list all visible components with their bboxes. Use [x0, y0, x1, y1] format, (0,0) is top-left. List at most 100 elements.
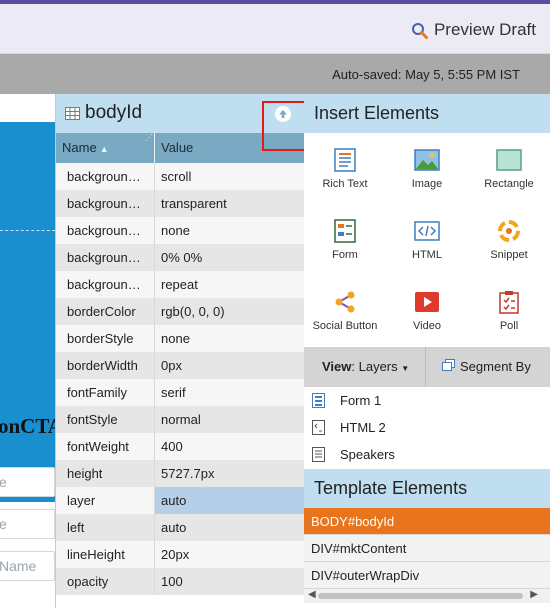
canvas-form-field-2[interactable]: e	[0, 509, 55, 539]
property-row[interactable]: opacity 100	[56, 568, 305, 595]
property-row[interactable]: backgroun… 0% 0%	[56, 244, 305, 271]
preview-draft-button[interactable]: Preview Draft	[411, 20, 536, 40]
video-icon	[414, 289, 440, 315]
property-name: fontWeight	[56, 433, 155, 460]
property-row[interactable]: borderWidth 0px	[56, 352, 305, 379]
property-name: borderWidth	[56, 352, 155, 379]
property-name: backgroun…	[56, 217, 155, 244]
property-value[interactable]: 0px	[155, 352, 305, 379]
property-value[interactable]: 100	[155, 568, 305, 595]
insert-form-label: Form	[332, 249, 358, 261]
property-name: height	[56, 460, 155, 487]
property-row[interactable]: backgroun… scroll	[56, 163, 305, 190]
insert-rich-text-label: Rich Text	[322, 178, 368, 190]
property-value[interactable]: 400	[155, 433, 305, 460]
insert-social-button-label: Social Button	[312, 320, 378, 332]
canvas-dashed-line	[0, 230, 55, 231]
snippet-icon	[496, 218, 522, 244]
insert-poll[interactable]: Poll	[468, 275, 550, 347]
property-row[interactable]: fontWeight 400	[56, 433, 305, 460]
insert-video[interactable]: Video	[386, 275, 468, 347]
properties-rows: backgroun… scroll backgroun… transparent b…	[56, 163, 305, 595]
insert-image-label: Image	[411, 178, 443, 190]
form-layer-icon	[312, 393, 326, 408]
insert-html[interactable]: HTML	[386, 204, 468, 275]
property-value[interactable]: auto	[155, 514, 305, 541]
canvas-form-field-1[interactable]: e	[0, 467, 55, 497]
property-row[interactable]: backgroun… none	[56, 217, 305, 244]
segment-by-label: Segment By	[460, 359, 531, 374]
canvas-form-field-3[interactable]: Name	[0, 551, 55, 581]
view-label: View	[322, 359, 352, 374]
template-item[interactable]: DIV#outerWrapDiv	[304, 562, 550, 589]
property-value[interactable]: scroll	[155, 163, 305, 190]
property-row[interactable]: fontStyle normal	[56, 406, 305, 433]
property-row[interactable]: backgroun… repeat	[56, 271, 305, 298]
insert-snippet[interactable]: Snippet	[468, 204, 550, 275]
right-panel: Insert Elements Rich Text Image Rectangl…	[304, 94, 550, 608]
property-name: left	[56, 514, 155, 541]
property-name: backgroun…	[56, 271, 155, 298]
layer-label: Form 1	[340, 393, 382, 408]
property-value[interactable]: auto	[155, 487, 305, 514]
property-value[interactable]: normal	[155, 406, 305, 433]
template-item-selected[interactable]: BODY#bodyId	[304, 508, 550, 535]
insert-rectangle[interactable]: Rectangle	[468, 133, 550, 204]
property-name: layer	[56, 487, 155, 514]
property-value[interactable]: none	[155, 325, 305, 352]
html-layer-icon	[312, 420, 326, 435]
poll-icon	[496, 289, 522, 315]
html-icon	[414, 218, 440, 244]
property-row[interactable]: left auto	[56, 514, 305, 541]
insert-image[interactable]: Image	[386, 133, 468, 204]
insert-form[interactable]: Form	[304, 204, 386, 275]
insert-rich-text[interactable]: Rich Text	[304, 133, 386, 204]
property-name: opacity	[56, 568, 155, 595]
segment-by-button[interactable]: Segment By	[426, 347, 531, 387]
column-header-value-label: Value	[161, 140, 194, 155]
insert-social-button[interactable]: Social Button	[304, 275, 386, 347]
layer-item-form[interactable]: Form 1	[304, 387, 550, 414]
property-row[interactable]: fontFamily serif	[56, 379, 305, 406]
scrollbar-thumb[interactable]	[318, 593, 523, 599]
form-icon	[332, 218, 358, 244]
property-value[interactable]: 20px	[155, 541, 305, 568]
template-item[interactable]: DIV#mktContent	[304, 535, 550, 562]
property-row[interactable]: borderColor rgb(0, 0, 0)	[56, 298, 305, 325]
property-name: borderColor	[56, 298, 155, 325]
property-value[interactable]: rgb(0, 0, 0)	[155, 298, 305, 325]
property-row[interactable]: backgroun… transparent	[56, 190, 305, 217]
insert-snippet-label: Snippet	[490, 249, 528, 261]
page-canvas[interactable]: onCTA e e Name	[0, 94, 55, 608]
property-value[interactable]: none	[155, 217, 305, 244]
segment-icon	[442, 347, 455, 387]
insert-video-label: Video	[413, 320, 441, 332]
table-icon	[65, 107, 80, 125]
view-layers-dropdown[interactable]: View: Layers ▼	[304, 347, 426, 387]
scroll-left-icon[interactable]: ◀	[308, 589, 316, 600]
rectangle-icon	[496, 147, 522, 173]
layer-item-speakers[interactable]: Speakers	[304, 441, 550, 468]
property-name: backgroun…	[56, 190, 155, 217]
highlight-annotation-box	[262, 101, 306, 151]
autosaved-status: Auto-saved: May 5, 5:55 PM IST	[332, 67, 520, 82]
property-row-selected[interactable]: layer auto	[56, 487, 305, 514]
layer-item-html[interactable]: HTML 2	[304, 414, 550, 441]
column-resize-grip-icon[interactable]: ⋰	[145, 134, 153, 142]
image-icon	[414, 147, 440, 173]
horizontal-scrollbar[interactable]: ◀ ▶	[304, 589, 550, 603]
property-name: fontFamily	[56, 379, 155, 406]
preview-draft-label: Preview Draft	[433, 20, 536, 39]
property-value[interactable]: transparent	[155, 190, 305, 217]
property-row[interactable]: borderStyle none	[56, 325, 305, 352]
property-row[interactable]: height 5727.7px	[56, 460, 305, 487]
view-value: : Layers	[351, 359, 398, 374]
column-header-name[interactable]: Name ▲ ⋰	[56, 133, 155, 163]
property-value[interactable]: serif	[155, 379, 305, 406]
property-value[interactable]: 0% 0%	[155, 244, 305, 271]
property-row[interactable]: lineHeight 20px	[56, 541, 305, 568]
insert-elements-grid: Rich Text Image Rectangle Form HTML Snip…	[304, 133, 550, 347]
scroll-right-icon[interactable]: ▶	[530, 589, 538, 600]
property-value[interactable]: repeat	[155, 271, 305, 298]
property-value[interactable]: 5727.7px	[155, 460, 305, 487]
